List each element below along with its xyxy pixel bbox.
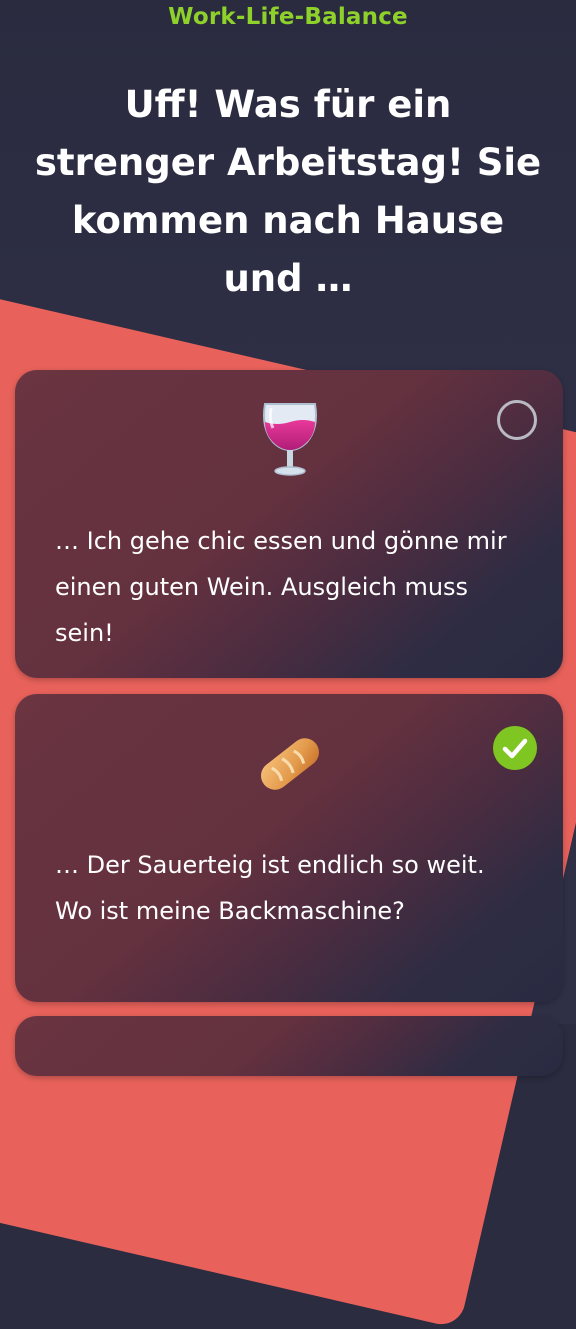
option-1-radio-unchecked[interactable] bbox=[497, 400, 537, 440]
question-title: Uff! Was für ein strenger Arbeitstag! Si… bbox=[34, 83, 542, 300]
option-1-text: … Ich gehe chic essen und gönne mir eine… bbox=[55, 527, 507, 647]
option-2-text: … Der Sauerteig ist endlich so weit. Wo … bbox=[55, 851, 485, 925]
answer-option-1[interactable]: … Ich gehe chic essen und gönne mir eine… bbox=[15, 370, 563, 678]
category-label: Work-Life-Balance bbox=[168, 4, 408, 30]
bread-icon bbox=[255, 722, 325, 802]
option-2-check-icon[interactable] bbox=[493, 726, 537, 770]
answer-option-2[interactable]: … Der Sauerteig ist endlich so weit. Wo … bbox=[15, 694, 563, 1002]
answer-option-3-partial[interactable] bbox=[15, 1016, 563, 1076]
wine-glass-icon bbox=[255, 398, 325, 478]
